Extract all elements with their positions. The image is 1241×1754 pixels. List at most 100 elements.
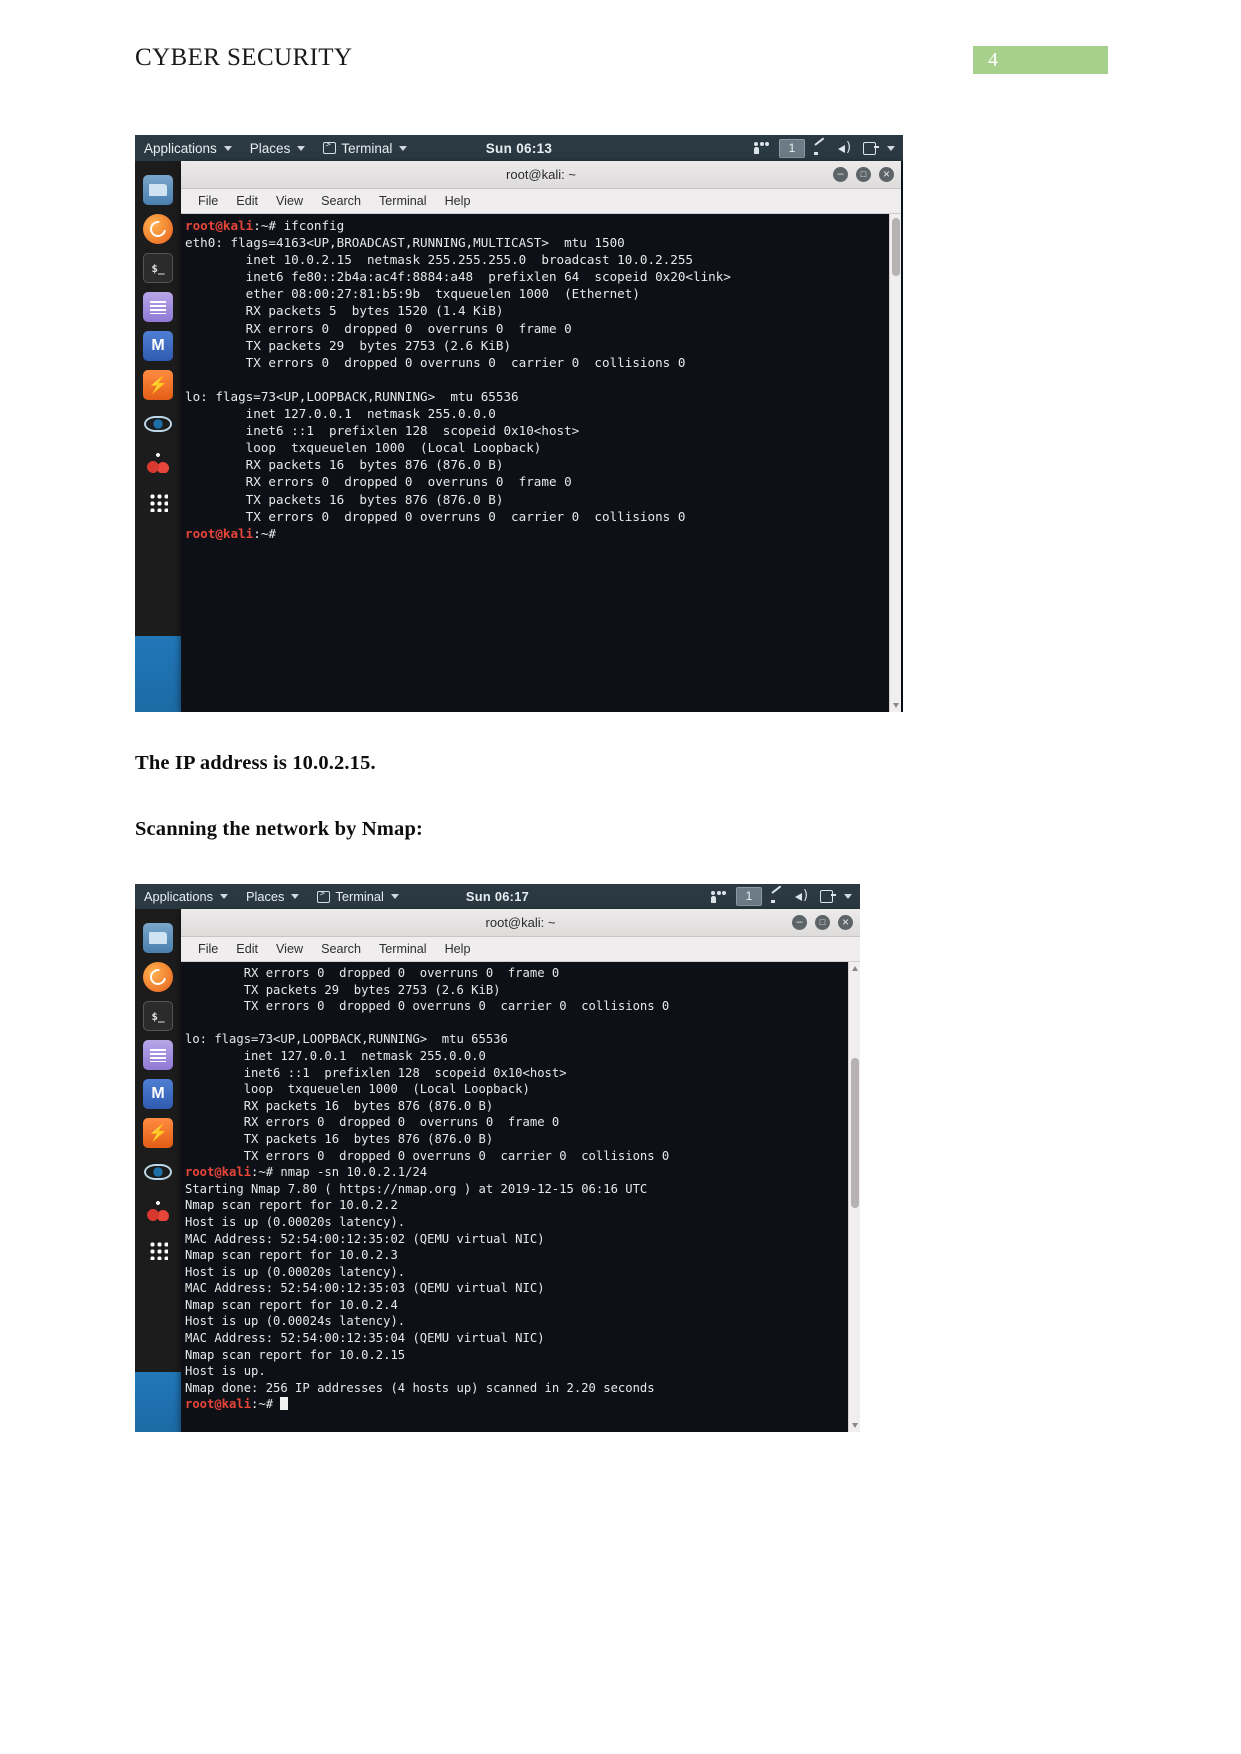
ifconfig-output: eth0: flags=4163<UP,BROADCAST,RUNNING,MU… bbox=[185, 235, 731, 524]
terminal-icon bbox=[323, 140, 337, 154]
shell-command-nmap: :~# nmap -sn 10.0.2.1/24 bbox=[251, 1165, 428, 1180]
applications-label: Applications bbox=[144, 140, 217, 156]
chevron-down-icon[interactable] bbox=[887, 145, 895, 151]
shell-prompt-user-2: root@kali bbox=[185, 525, 254, 541]
minimize-icon[interactable] bbox=[833, 167, 848, 182]
scroll-down-icon[interactable] bbox=[893, 703, 899, 708]
terminal-icon[interactable] bbox=[143, 253, 173, 283]
terminal-window: root@kali: ~ File Edit View Search Termi… bbox=[181, 161, 901, 712]
power-icon[interactable] bbox=[863, 141, 879, 155]
scrollbar-thumb[interactable] bbox=[892, 218, 900, 276]
panel-terminal-menu[interactable]: Terminal bbox=[308, 884, 407, 909]
menu-view[interactable]: View bbox=[268, 192, 311, 210]
terminal-window: root@kali: ~ File Edit View Search Termi… bbox=[181, 909, 860, 1432]
menu-file[interactable]: File bbox=[190, 192, 226, 210]
window-controls bbox=[833, 161, 894, 188]
eye-icon[interactable] bbox=[143, 1157, 173, 1187]
metasploit-icon[interactable] bbox=[143, 1079, 173, 1109]
workspace-indicator[interactable]: 1 bbox=[779, 138, 805, 158]
paragraph-ip-address: The IP address is 10.0.2.15. bbox=[135, 752, 376, 774]
window-titlebar[interactable]: root@kali: ~ bbox=[181, 161, 901, 189]
cherrytree-icon[interactable] bbox=[143, 448, 173, 478]
power-icon[interactable] bbox=[820, 890, 836, 903]
panel-clock[interactable]: Sun 06:13 bbox=[486, 141, 552, 156]
burpsuite-icon[interactable] bbox=[143, 370, 173, 400]
scrollbar-thumb[interactable] bbox=[851, 1058, 859, 1208]
chevron-down-icon bbox=[390, 894, 399, 899]
close-icon[interactable] bbox=[879, 167, 894, 182]
workspace-indicator[interactable]: 1 bbox=[736, 887, 762, 906]
shell-prompt-user-2: root@kali bbox=[185, 1397, 252, 1412]
dock-active-highlight bbox=[135, 1372, 181, 1432]
menu-edit[interactable]: Edit bbox=[228, 940, 266, 958]
terminal-icon[interactable] bbox=[143, 1001, 173, 1031]
dock-active-highlight bbox=[135, 636, 181, 712]
text-editor-icon[interactable] bbox=[143, 292, 173, 322]
volume-icon[interactable] bbox=[795, 888, 811, 903]
users-icon[interactable] bbox=[754, 142, 770, 154]
burpsuite-icon[interactable] bbox=[143, 1118, 173, 1148]
panel-places-menu[interactable]: Places bbox=[237, 884, 308, 909]
terminal-menubar: File Edit View Search Terminal Help bbox=[181, 189, 901, 214]
terminal-output[interactable]: root@kali :~# ifconfig eth0: flags=4163<U… bbox=[181, 214, 901, 712]
page-number-badge: 4 bbox=[973, 46, 1108, 74]
volume-icon[interactable] bbox=[838, 140, 854, 155]
network-icon[interactable] bbox=[771, 890, 786, 903]
chevron-down-icon bbox=[291, 894, 300, 899]
files-icon[interactable] bbox=[143, 923, 173, 953]
shell-command-ifconfig: :~# ifconfig bbox=[253, 218, 345, 233]
nmap-scan-output: Starting Nmap 7.80 ( https://nmap.org ) … bbox=[185, 1181, 655, 1395]
chevron-down-icon bbox=[399, 145, 408, 151]
shell-prompt-rest-2: :~# bbox=[253, 525, 276, 541]
chevron-down-icon[interactable] bbox=[844, 894, 852, 899]
terminal-label: Terminal bbox=[341, 140, 393, 156]
menu-file[interactable]: File bbox=[190, 940, 226, 958]
metasploit-icon[interactable] bbox=[143, 331, 173, 361]
maximize-icon[interactable] bbox=[815, 915, 830, 930]
menu-edit[interactable]: Edit bbox=[228, 192, 266, 210]
firefox-icon[interactable] bbox=[143, 214, 173, 244]
show-applications-icon[interactable] bbox=[143, 1235, 173, 1265]
panel-terminal-menu[interactable]: Terminal bbox=[314, 135, 416, 161]
menu-search[interactable]: Search bbox=[313, 192, 369, 210]
terminal-scrollbar[interactable] bbox=[848, 962, 860, 1432]
panel-applications-menu[interactable]: Applications bbox=[135, 884, 237, 909]
panel-places-menu[interactable]: Places bbox=[241, 135, 315, 161]
scroll-up-icon[interactable] bbox=[852, 966, 858, 971]
terminal-cursor bbox=[280, 1397, 289, 1411]
eye-icon[interactable] bbox=[143, 409, 173, 439]
places-label: Places bbox=[246, 889, 285, 904]
terminal-label: Terminal bbox=[335, 889, 384, 904]
scroll-down-icon[interactable] bbox=[852, 1423, 858, 1428]
cherrytree-icon[interactable] bbox=[143, 1196, 173, 1226]
close-icon[interactable] bbox=[838, 915, 853, 930]
menu-terminal[interactable]: Terminal bbox=[371, 940, 435, 958]
network-icon[interactable] bbox=[814, 142, 829, 155]
gnome-top-panel: Applications Places Terminal Sun 06:17 1 bbox=[135, 884, 860, 909]
panel-applications-menu[interactable]: Applications bbox=[135, 135, 241, 161]
places-label: Places bbox=[249, 140, 291, 156]
terminal-output[interactable]: RX errors 0 dropped 0 overruns 0 frame 0… bbox=[181, 962, 860, 1432]
chevron-down-icon bbox=[297, 145, 306, 151]
show-applications-icon[interactable] bbox=[143, 487, 173, 517]
page-title: CYBER SECURITY bbox=[135, 44, 353, 71]
firefox-icon[interactable] bbox=[143, 962, 173, 992]
minimize-icon[interactable] bbox=[792, 915, 807, 930]
window-controls bbox=[792, 909, 853, 936]
applications-label: Applications bbox=[144, 889, 214, 904]
terminal-scrollbar[interactable] bbox=[889, 214, 901, 712]
menu-search[interactable]: Search bbox=[313, 940, 369, 958]
terminal-menubar: File Edit View Search Terminal Help bbox=[181, 937, 860, 962]
screenshot-ifconfig: Applications Places Terminal Sun 06:13 1 bbox=[135, 135, 903, 712]
panel-clock[interactable]: Sun 06:17 bbox=[466, 889, 529, 904]
window-titlebar[interactable]: root@kali: ~ bbox=[181, 909, 860, 937]
users-icon[interactable] bbox=[711, 890, 727, 903]
menu-view[interactable]: View bbox=[268, 940, 311, 958]
text-editor-icon[interactable] bbox=[143, 1040, 173, 1070]
menu-terminal[interactable]: Terminal bbox=[371, 192, 435, 210]
menu-help[interactable]: Help bbox=[437, 940, 479, 958]
files-icon[interactable] bbox=[143, 175, 173, 205]
maximize-icon[interactable] bbox=[856, 167, 871, 182]
menu-help[interactable]: Help bbox=[437, 192, 479, 210]
chevron-down-icon bbox=[220, 894, 229, 899]
